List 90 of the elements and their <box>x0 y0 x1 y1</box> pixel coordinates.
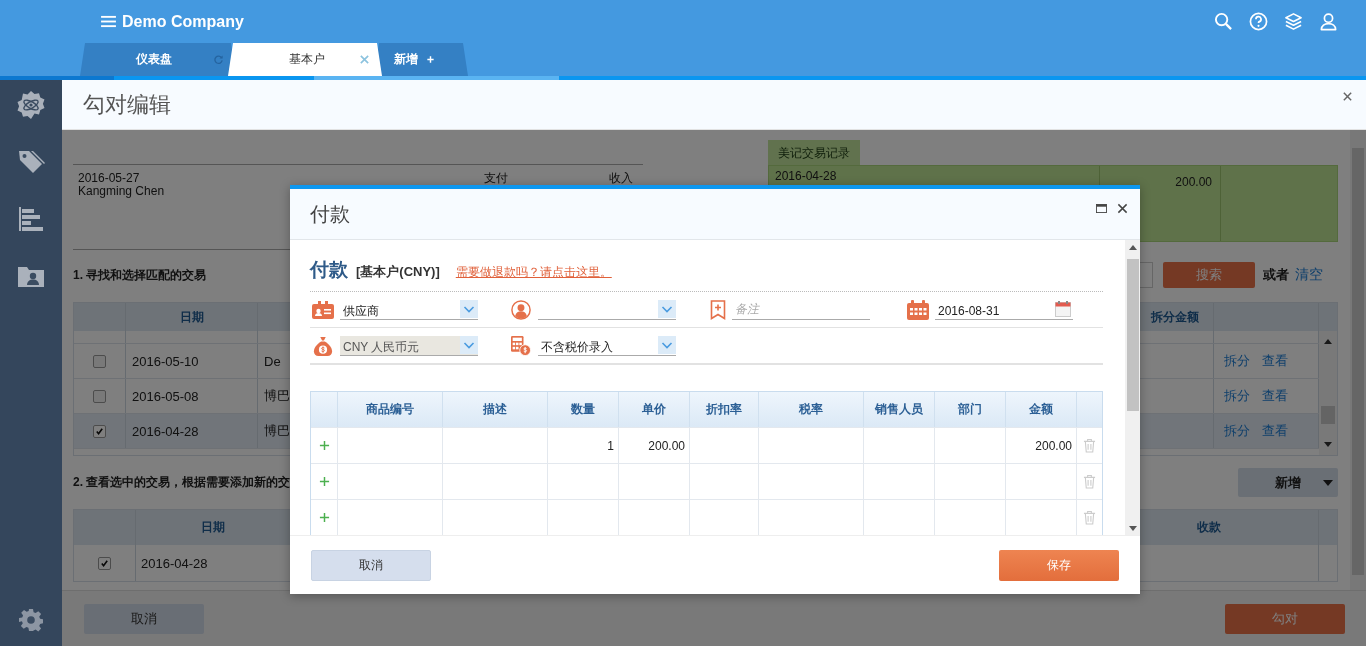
bookmark-plus-icon <box>710 299 726 320</box>
chevron-down-icon[interactable] <box>658 336 676 354</box>
help-icon[interactable] <box>1249 12 1268 31</box>
column-header: 单价 <box>619 392 690 427</box>
note-field[interactable]: 备注 <box>732 299 870 320</box>
column-header: 日期 <box>126 303 258 331</box>
close-icon[interactable] <box>1342 91 1353 102</box>
checkbox[interactable] <box>93 424 106 438</box>
column-header: 税率 <box>759 392 864 427</box>
checkmark-icon <box>100 558 109 568</box>
scroll-down-icon[interactable] <box>1324 442 1332 447</box>
id-card-icon <box>312 299 334 320</box>
checkmark-icon <box>95 426 104 436</box>
cancel-button[interactable]: 取消 <box>84 603 204 634</box>
search-icon[interactable] <box>1214 12 1233 31</box>
trash-icon[interactable] <box>1083 438 1096 453</box>
maximize-icon[interactable] <box>1096 203 1107 213</box>
column-header: 描述 <box>443 392 548 427</box>
column-label: 收入 <box>608 172 634 185</box>
reconcile-button[interactable]: 勾对 <box>1225 603 1345 634</box>
chevron-down-icon[interactable] <box>460 300 478 318</box>
scrollbar[interactable] <box>1319 331 1337 455</box>
clear-link[interactable]: 清空 <box>1295 266 1323 284</box>
split-link[interactable]: 拆分 <box>1224 422 1250 440</box>
select-field[interactable] <box>538 299 676 320</box>
form-heading: 付款 <box>310 258 348 282</box>
column-header: 商品编号 <box>338 392 443 427</box>
caret-icon <box>1323 480 1333 486</box>
plus-icon[interactable] <box>318 476 330 487</box>
date-field[interactable]: 2016-08-31 <box>935 299 1073 320</box>
scrollbar[interactable] <box>1125 240 1140 535</box>
checkbox[interactable] <box>93 389 106 403</box>
view-link[interactable]: 查看 <box>1262 422 1288 440</box>
calendar-icon <box>907 299 929 320</box>
page-title: 勾对编辑 <box>83 90 171 119</box>
scroll-up-icon[interactable] <box>1128 245 1137 250</box>
refund-link[interactable]: 需要做退款吗？请点击这里。 <box>455 264 612 281</box>
calendar-icon[interactable] <box>1055 301 1071 317</box>
chevron-down-icon[interactable] <box>658 300 676 318</box>
split-link[interactable]: 拆分 <box>1224 352 1250 370</box>
user-icon[interactable] <box>1319 12 1338 31</box>
new-dropdown-button[interactable]: 新增 <box>1238 468 1338 497</box>
transaction-amount: 200.00 <box>1175 175 1212 189</box>
view-link[interactable]: 查看 <box>1262 352 1288 370</box>
checkbox[interactable] <box>93 354 106 368</box>
plus-icon[interactable] <box>318 440 330 451</box>
statement-payee: Kangming Chen <box>78 185 166 198</box>
panel-tab[interactable]: 美记交易记录 <box>768 140 860 165</box>
scroll-up-icon[interactable] <box>1324 339 1332 344</box>
bar-chart-icon[interactable] <box>16 204 46 234</box>
company-name: Demo Company <box>122 12 244 31</box>
step-heading: 2. 查看选中的交易，根据需要添加新的交 <box>73 474 291 491</box>
settings-icon[interactable] <box>19 608 43 632</box>
split-link[interactable]: 拆分 <box>1224 387 1250 405</box>
transaction-date: 2016-04-28 <box>775 169 837 183</box>
scroll-thumb[interactable] <box>1126 259 1139 411</box>
column-header: 折扣率 <box>690 392 759 427</box>
trash-icon[interactable] <box>1083 510 1096 525</box>
step-heading: 1. 寻找和选择匹配的交易 <box>73 266 207 284</box>
date-cell: 2016-05-08 <box>126 379 258 413</box>
date-cell: 2016-05-10 <box>126 344 258 378</box>
column-label: 支付 <box>483 172 509 185</box>
column-header: 部门 <box>935 392 1006 427</box>
save-button[interactable]: 保存 <box>999 549 1119 581</box>
tab[interactable]: 基本户 <box>228 43 382 76</box>
date-cell: 2016-04-28 <box>126 414 258 448</box>
scrollbar[interactable] <box>1350 130 1366 590</box>
search-button[interactable]: 搜索 <box>1163 262 1255 288</box>
calculator-icon <box>510 335 532 356</box>
select-field[interactable]: 供应商 <box>340 299 478 320</box>
dialog-title: 付款 <box>310 201 350 227</box>
account-label: [基本户(CNY)] <box>356 263 440 281</box>
money-bag-icon <box>312 335 334 356</box>
close-icon[interactable] <box>1117 202 1128 214</box>
scroll-down-icon[interactable] <box>1128 526 1137 531</box>
view-link[interactable]: 查看 <box>1262 387 1288 405</box>
layers-icon[interactable] <box>1284 12 1303 31</box>
checkbox[interactable] <box>98 556 111 570</box>
column-header: 金额 <box>1006 392 1077 427</box>
cancel-button[interactable]: 取消 <box>311 549 431 581</box>
plus-icon[interactable] <box>318 512 330 523</box>
column-header: 数量 <box>548 392 619 427</box>
menu-icon[interactable] <box>101 15 116 28</box>
person-icon <box>510 299 532 320</box>
statement-date: 2016-05-27 <box>78 172 141 185</box>
column-header: 销售人员 <box>864 392 935 427</box>
trash-icon[interactable] <box>1083 474 1096 489</box>
or-label: 或者 <box>1263 266 1289 284</box>
atom-icon[interactable] <box>16 90 46 120</box>
select-field[interactable]: 不含税价录入 <box>538 335 676 356</box>
